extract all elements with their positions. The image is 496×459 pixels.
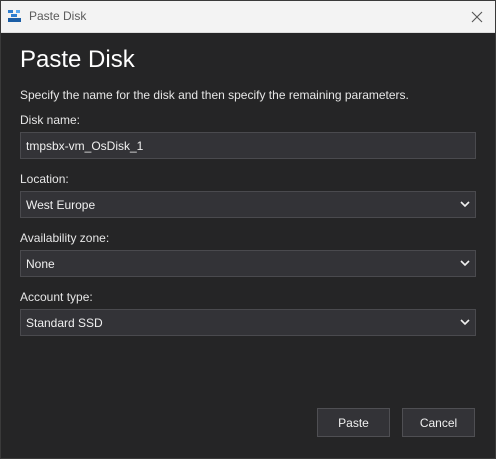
account-type-label: Account type: [20, 290, 93, 304]
chevron-down-icon [460, 319, 470, 326]
cancel-button[interactable]: Cancel [402, 408, 475, 437]
location-select[interactable]: West Europe [20, 191, 476, 218]
chevron-down-icon [460, 201, 470, 208]
dialog-description: Specify the name for the disk and then s… [20, 88, 409, 102]
disk-name-input[interactable] [20, 132, 476, 159]
storage-explorer-icon [8, 10, 21, 22]
close-icon [471, 11, 483, 22]
chevron-down-icon [460, 260, 470, 267]
close-button[interactable] [459, 1, 495, 32]
title-bar: Paste Disk [1, 1, 495, 33]
availability-zone-select[interactable]: None [20, 250, 476, 277]
disk-name-label: Disk name: [20, 113, 81, 127]
location-label: Location: [20, 172, 69, 186]
paste-disk-window: Paste Disk Paste Disk Specify the name f… [0, 0, 496, 459]
account-type-value: Standard SSD [26, 316, 103, 330]
account-type-select[interactable]: Standard SSD [20, 309, 476, 336]
availability-zone-label: Availability zone: [20, 231, 110, 245]
window-title: Paste Disk [29, 9, 87, 23]
location-value: West Europe [26, 198, 96, 212]
availability-zone-value: None [26, 257, 55, 271]
dialog-heading: Paste Disk [20, 46, 135, 73]
paste-button[interactable]: Paste [317, 408, 390, 437]
